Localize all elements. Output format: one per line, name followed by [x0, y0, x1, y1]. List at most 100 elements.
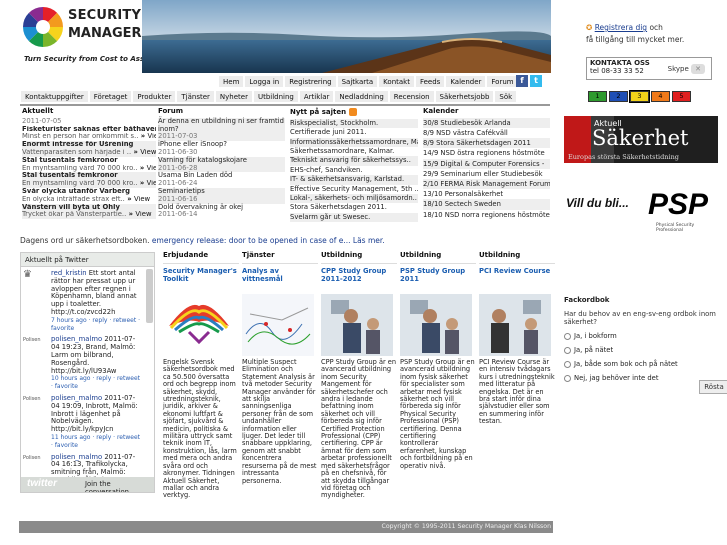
nytt-item[interactable]: Svelarm går ut Swesec. — [290, 212, 418, 223]
feature-title[interactable]: PCI Review Course — [479, 267, 555, 292]
view-link-label[interactable]: View — [147, 165, 156, 172]
avatar[interactable]: Polisen — [23, 455, 47, 467]
feature-title[interactable]: Analys av vittnesmål — [242, 267, 318, 292]
kalender-item[interactable]: 29/9 Seminarium eller Studiebesök — [423, 169, 550, 179]
top-nav-item[interactable]: Kontakt — [378, 75, 415, 88]
aktuellt-item[interactable]: Enormt intresse för Ušrening Vattenparasi… — [22, 141, 156, 157]
join-conversation-link[interactable]: Join the conversation — [85, 480, 154, 492]
nytt-item[interactable]: Tekniskt ansvarig för säkerhetssys.. — [290, 156, 418, 166]
radio-button[interactable] — [564, 360, 571, 368]
forum-item[interactable]: Dold övervakning är okej 2011-06-14 — [158, 203, 285, 220]
nytt-item[interactable]: EHS-chef, Sandviken. — [290, 166, 418, 175]
rss-icon[interactable] — [348, 108, 357, 116]
rating-box[interactable]: 4 — [651, 91, 670, 102]
main-nav-item[interactable]: Produkter — [132, 90, 177, 103]
feature-image[interactable] — [400, 294, 472, 356]
poll-option[interactable]: Ja, i bokform — [564, 332, 724, 340]
feature-title[interactable]: Security Manager's Toolkit — [163, 267, 239, 292]
aktuellt-item[interactable]: Stal tusentals femkronor En myntsamling v… — [22, 172, 156, 188]
top-nav-item[interactable]: Registrering — [284, 75, 337, 88]
view-link[interactable]: » — [138, 180, 147, 187]
view-link[interactable]: » — [131, 149, 140, 156]
feature-image[interactable] — [321, 294, 393, 356]
nytt-item[interactable]: Säkerhetssamordnare, Kalmar. — [290, 147, 418, 156]
item-headline[interactable]: Stal tusentals femkronor — [22, 157, 156, 165]
dictionary-link[interactable]: emergency release: door to be opened in … — [152, 236, 385, 245]
forum-item[interactable]: Seminarietips 2011-06-16 — [158, 187, 285, 204]
forum-item[interactable]: Är denna en utbildning ni ser framtid in… — [158, 117, 285, 142]
avatar[interactable]: Polisen — [23, 337, 47, 349]
top-nav-item[interactable]: Hem — [218, 75, 245, 88]
view-link-label[interactable]: View — [147, 180, 156, 187]
main-nav-item[interactable]: Nedladdning — [334, 90, 389, 103]
view-link[interactable]: » — [138, 133, 147, 140]
tweet-meta[interactable]: 7 hours ago · reply · retweet · favorite — [51, 317, 142, 333]
main-nav-item[interactable]: Företaget — [88, 90, 133, 103]
forum-item[interactable]: iPhone eller iSnoop? 2011-06-30 — [158, 140, 285, 157]
crown-avatar-icon[interactable]: ♛ — [23, 270, 47, 283]
kalender-item[interactable]: 8/9 NSD västra Cafékväll — [423, 128, 550, 138]
tweet-meta[interactable]: 10 hours ago · reply · retweet · favorit… — [51, 375, 142, 391]
view-link-label[interactable]: View — [134, 196, 150, 203]
rating-box[interactable]: 5 — [672, 91, 691, 102]
view-link[interactable]: » — [126, 211, 135, 218]
aktuellt-item[interactable]: Svår olycka utanför Varberg En olycka int… — [22, 188, 156, 204]
nytt-item[interactable]: IT- & säkerhetsansvarig, Karlstad. — [290, 175, 418, 185]
tweet-meta[interactable]: 11 hours ago · reply · retweet · favorit… — [51, 434, 142, 450]
kalender-item[interactable]: 18/10 NSD norra regionens höstmöte — [423, 210, 550, 220]
facebook-icon[interactable]: f — [516, 75, 528, 87]
top-nav-item[interactable]: Logga in — [244, 75, 285, 88]
aktuellt-item[interactable]: Vänstern vill byta ut Ohly Trycket ökar p… — [22, 203, 156, 220]
feature-image[interactable] — [242, 294, 314, 356]
forum-item[interactable]: Varning för katalogskojare 2011-06-28 — [158, 156, 285, 173]
view-link-label[interactable]: View — [140, 149, 156, 156]
kalender-item[interactable]: 30/8 Studiebesök Arlanda — [423, 117, 550, 128]
scrollbar[interactable] — [146, 269, 153, 323]
radio-button[interactable] — [564, 374, 571, 382]
top-nav-item[interactable]: Sajtkarta — [336, 75, 379, 88]
register-link[interactable]: Registrera dig — [595, 23, 647, 32]
feature-title[interactable]: CPP Study Group 2011-2012 — [321, 267, 397, 292]
poll-option[interactable]: Ja, både som bok och på nätet — [564, 360, 724, 368]
top-nav-item[interactable]: Kalender — [445, 75, 487, 88]
aktuellt-item[interactable]: 2011-07-05 Fisketurister saknas efter båt… — [22, 117, 156, 141]
tweet-user[interactable]: red_kristin — [51, 269, 87, 277]
kalender-item[interactable]: 14/9 NSD östra regionens höstmöte — [423, 148, 550, 158]
main-nav-item[interactable]: Tjänster — [176, 90, 215, 103]
item-headline[interactable]: Vänstern vill byta ut Ohly — [22, 204, 156, 212]
psp-ad[interactable]: Vill du bli... PSP Physical Security Pro… — [564, 188, 718, 235]
nytt-item[interactable]: Lokal-, säkerhets- och miljösamordn.. — [290, 194, 418, 204]
rating-box[interactable]: 1 — [588, 91, 607, 102]
main-nav-item[interactable]: Säkerhetsjobb — [434, 90, 495, 103]
rating-box[interactable]: 3 — [629, 90, 650, 103]
view-link-label[interactable]: View — [148, 133, 156, 140]
aktuellt-item[interactable]: Stal tusentals femkronor En myntsamling v… — [22, 157, 156, 173]
avatar[interactable]: Polisen — [23, 396, 47, 408]
top-nav-item[interactable]: Feeds — [414, 75, 446, 88]
item-headline[interactable]: Svår olycka utanför Varberg — [22, 188, 156, 196]
top-nav-item[interactable]: Forum — [486, 75, 519, 88]
view-link-label[interactable]: View — [135, 211, 151, 218]
main-nav-item[interactable]: Utbildning — [252, 90, 299, 103]
radio-button[interactable] — [564, 332, 571, 340]
nytt-item[interactable]: Informationssäkerhetssamordnare, Ma.. — [290, 137, 418, 148]
main-nav-item[interactable]: Sök — [494, 90, 518, 103]
item-headline[interactable]: Stal tusentals femkronor — [22, 172, 156, 180]
kalender-item[interactable]: 18/10 Sectech Sweden — [423, 199, 550, 210]
feature-image[interactable] — [163, 294, 235, 356]
main-nav-item[interactable]: Kontaktuppgifter — [20, 90, 89, 103]
kalender-item[interactable]: 2/10 FERMA Risk Management Forum 201 — [423, 179, 550, 190]
kalender-item[interactable]: 15/9 Digital & Computer Forensics - — [423, 158, 550, 169]
item-headline[interactable]: Fisketurister saknas efter båthaver — [22, 126, 156, 134]
main-nav-item[interactable]: Recension — [388, 90, 435, 103]
radio-button[interactable] — [564, 346, 571, 354]
poll-option[interactable]: Ja, på nätet — [564, 346, 724, 354]
rating-box[interactable]: 2 — [609, 91, 628, 102]
forum-item[interactable]: Usama Bin Laden död 2011-06-24 — [158, 172, 285, 188]
tweet-user[interactable]: polisen_malmo — [51, 453, 102, 461]
feature-image[interactable] — [479, 294, 551, 356]
nytt-item[interactable]: Stora Säkerhetsdagen 2011. — [290, 203, 418, 212]
nytt-item[interactable]: Effective Security Management, 5th .. — [290, 185, 418, 194]
tweet-user[interactable]: polisen_malmo — [51, 335, 102, 343]
view-link[interactable]: » — [138, 165, 147, 172]
